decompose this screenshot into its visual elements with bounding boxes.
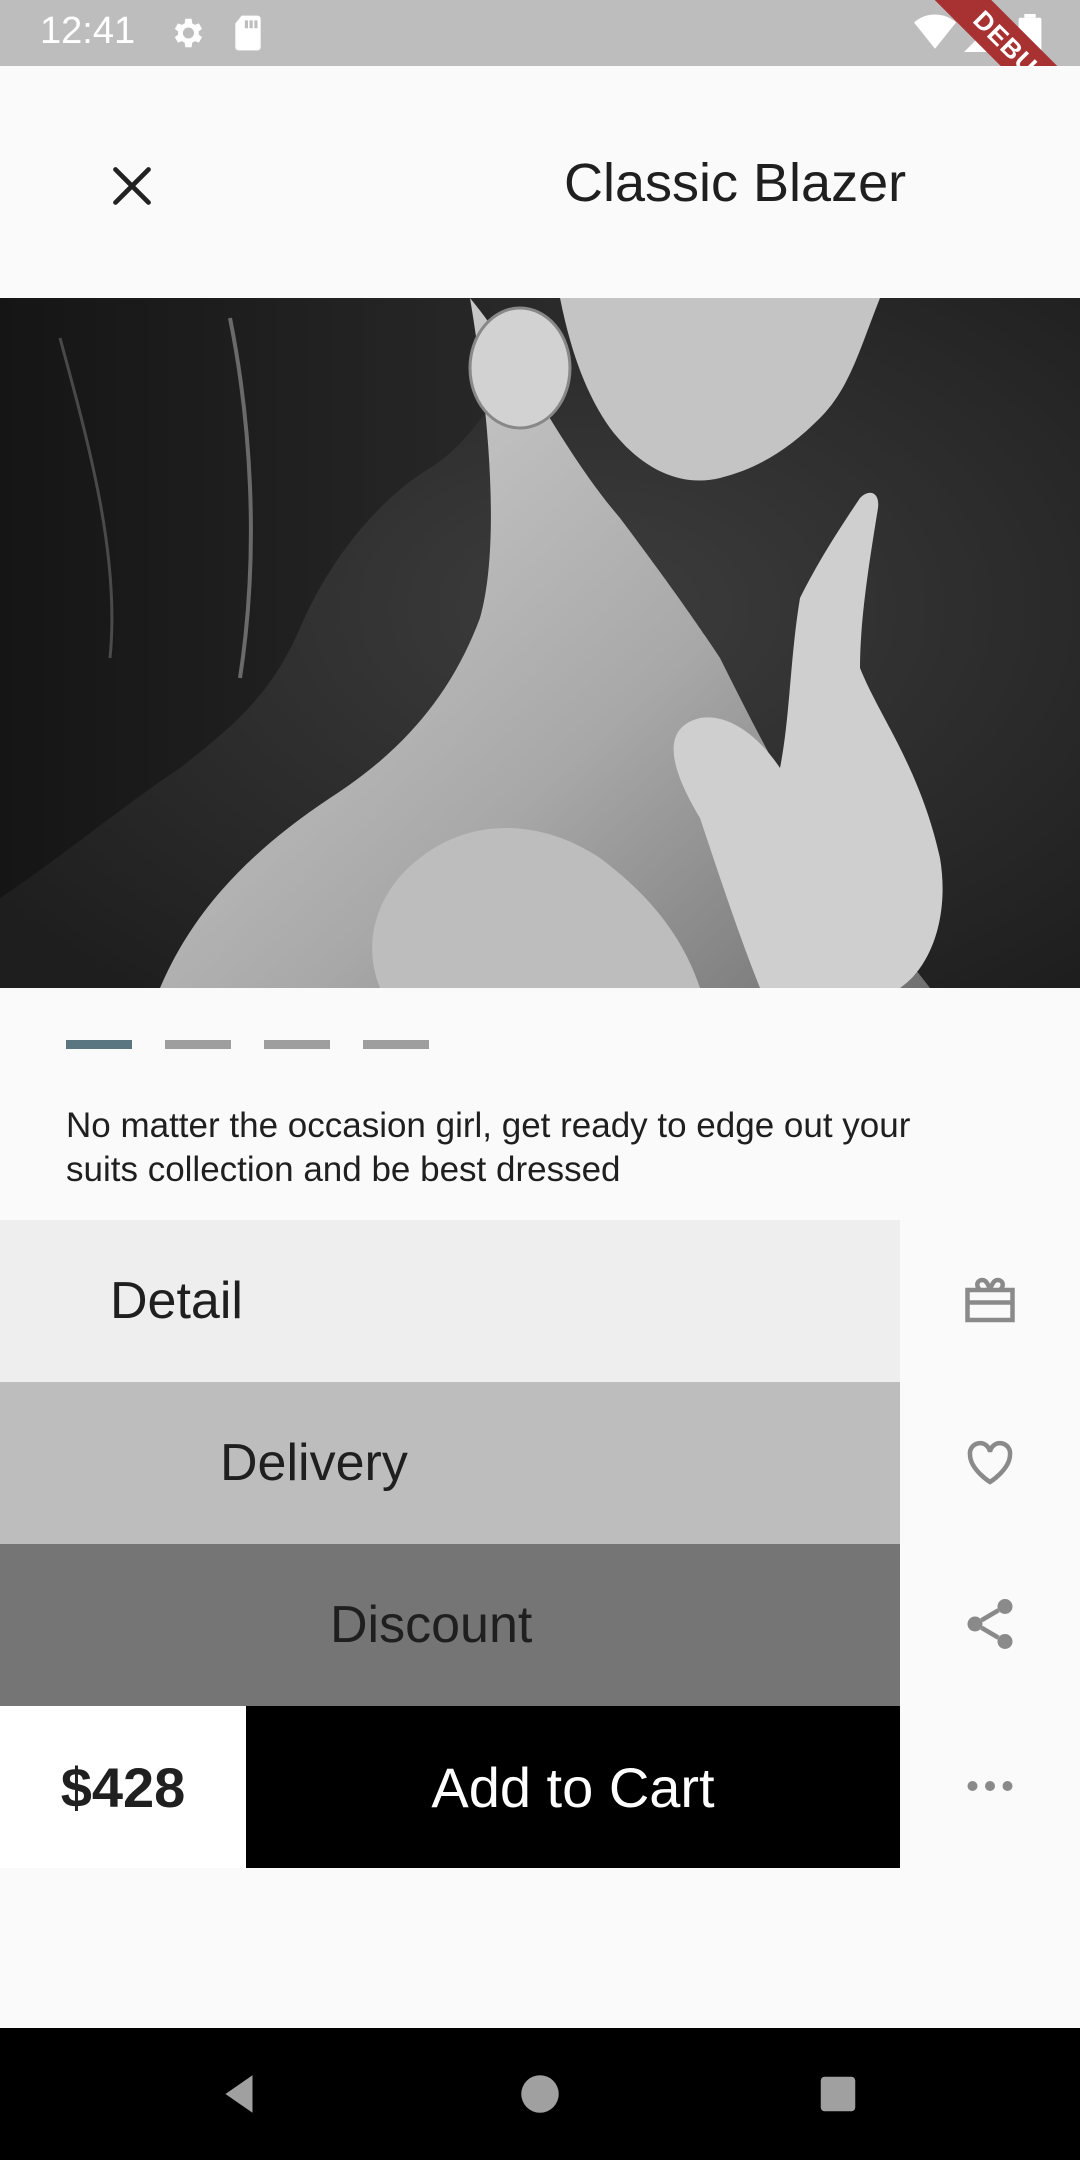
back-button[interactable] [210,2064,270,2124]
detail-row[interactable]: Detail [0,1220,900,1382]
page-title: Classic Blazer [564,153,907,213]
gift-card-button[interactable] [950,1260,1030,1340]
sd-card-icon [232,14,264,57]
navigation-bar [0,2028,1080,2160]
recents-icon [820,2076,856,2112]
product-image[interactable] [0,298,1080,988]
share-icon [967,1599,1013,1649]
wifi-icon [914,14,956,57]
home-button[interactable] [510,2064,570,2124]
carousel-indicators[interactable] [66,1040,429,1049]
delivery-row[interactable]: Delivery [0,1382,900,1544]
carousel-dot-1[interactable] [66,1040,132,1049]
close-button[interactable] [92,146,172,226]
recents-button[interactable] [808,2064,868,2124]
discount-label: Discount [330,1596,533,1654]
home-icon [521,2075,559,2113]
gear-icon [168,14,206,57]
price-label: $428 [0,1706,246,1868]
share-button[interactable] [950,1584,1030,1664]
delivery-label: Delivery [220,1434,408,1492]
gift-card-icon [965,1277,1015,1323]
app-bar: Classic Blazer [0,66,1080,298]
more-horiz-icon [967,1781,1013,1791]
product-photo [0,298,1080,988]
back-icon [225,2075,253,2113]
discount-row[interactable]: Discount [0,1544,900,1706]
product-description: No matter the occasion girl, get ready t… [66,1106,911,1189]
carousel-dot-2[interactable] [165,1040,231,1049]
status-time: 12:41 [40,10,136,52]
status-bar: 12:41 DEBUG [0,0,1080,153]
cart-row: $428 Add to Cart [0,1706,900,1868]
add-to-cart-button[interactable]: Add to Cart [246,1706,900,1868]
heart-icon [967,1441,1013,1485]
detail-label: Detail [110,1272,243,1330]
more-button[interactable] [950,1746,1030,1826]
carousel-dot-3[interactable] [264,1040,330,1049]
carousel-dot-4[interactable] [363,1040,429,1049]
favorite-button[interactable] [950,1422,1030,1502]
close-icon [113,167,151,205]
